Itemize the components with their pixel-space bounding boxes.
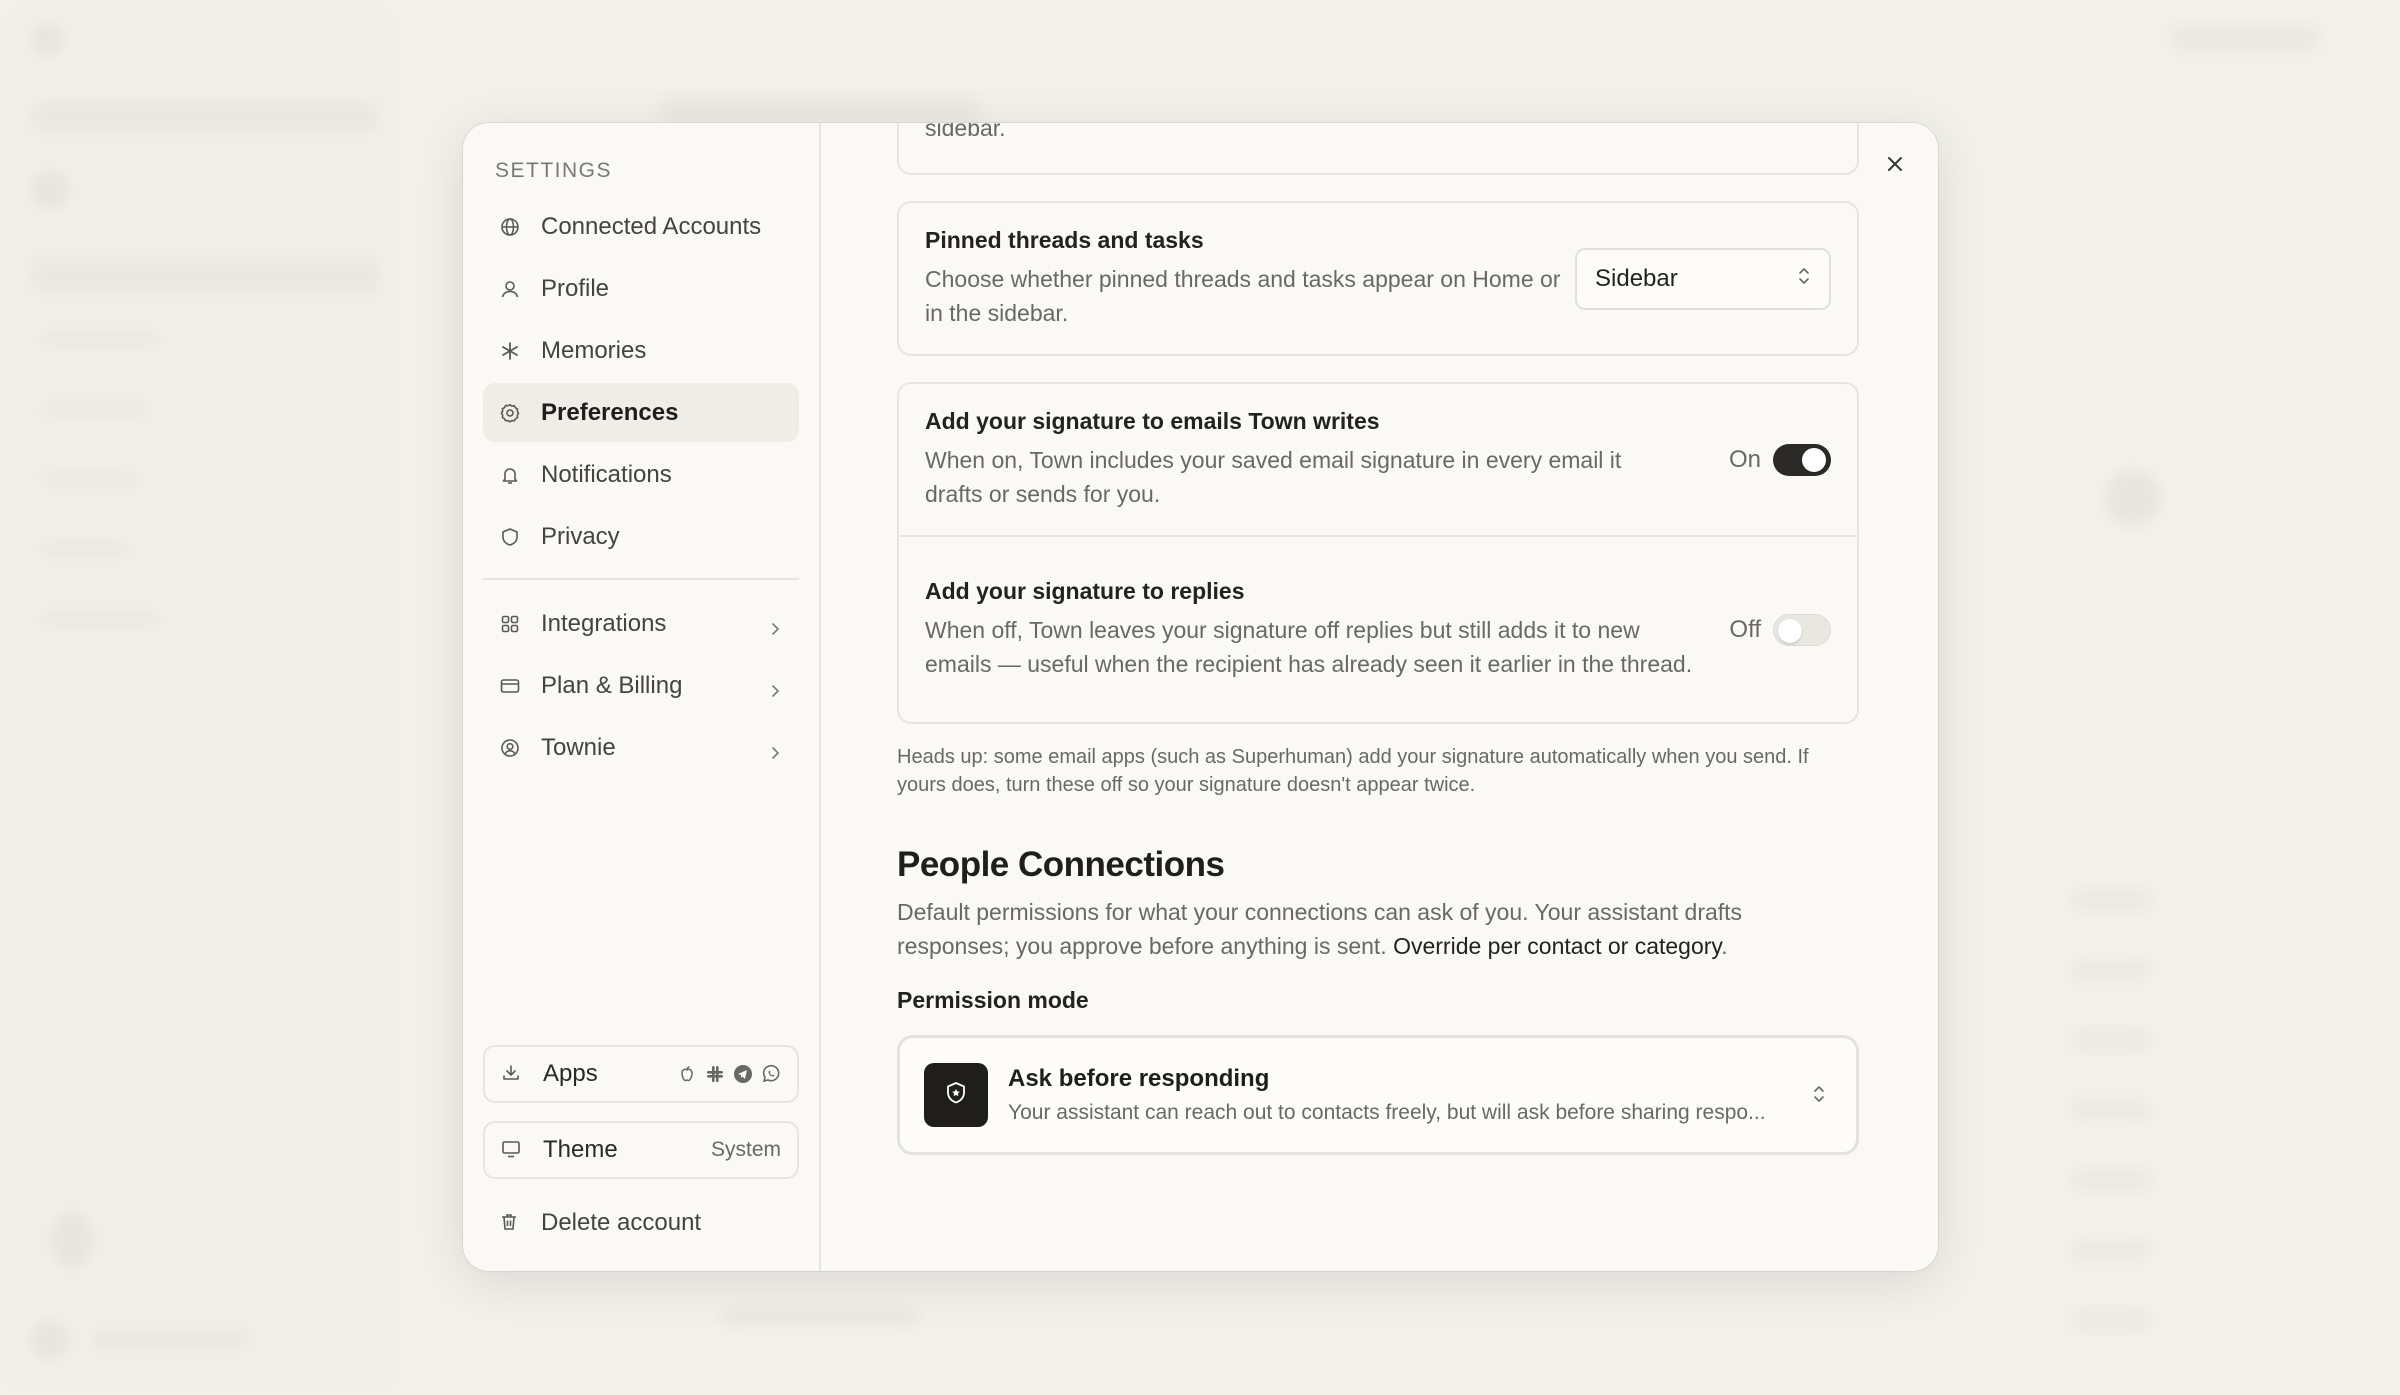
- telegram-icon: [733, 1064, 753, 1084]
- nav-item-integrations[interactable]: Integrations: [483, 594, 799, 653]
- pinned-desc: Choose whether pinned threads and tasks …: [925, 266, 1561, 326]
- shield-star-icon: [943, 1080, 969, 1111]
- slack-icon: [705, 1064, 725, 1084]
- nav-item-townie[interactable]: Townie: [483, 718, 799, 777]
- nav-item-profile[interactable]: Profile: [483, 259, 799, 318]
- chevron-up-down-icon: [1812, 1083, 1832, 1107]
- nav-item-privacy[interactable]: Privacy: [483, 507, 799, 566]
- permission-mode-label: Permission mode: [897, 987, 1089, 1013]
- toggle-knob: [1802, 447, 1826, 472]
- chevron-right-icon: [767, 740, 783, 759]
- settings-content[interactable]: sidebar. Pinned threads and tasks Choose…: [821, 123, 1938, 1271]
- signature-replies-title: Add your signature to replies: [925, 578, 1245, 604]
- settings-heading: SETTINGS: [495, 159, 613, 182]
- card-icon: [499, 675, 521, 697]
- nav-item-label: Preferences: [541, 398, 679, 426]
- nav-item-connected-accounts[interactable]: Connected Accounts: [483, 197, 799, 256]
- nav-bottom: Apps Theme System Delete account: [483, 1045, 799, 1249]
- nav-item-label: Privacy: [541, 522, 620, 550]
- close-icon: [1884, 153, 1906, 180]
- nav-item-label: Profile: [541, 274, 610, 302]
- nav-item-label: Plan & Billing: [541, 671, 683, 699]
- delete-account-label: Delete account: [541, 1209, 702, 1236]
- apps-label: Apps: [543, 1060, 598, 1087]
- globe-icon: [499, 216, 521, 238]
- signature-replies-desc: When off, Town leaves your signature off…: [925, 617, 1693, 677]
- settings-modal: SETTINGS Connected Accounts Profile Memo…: [463, 123, 1938, 1271]
- theme-value: System: [710, 1138, 781, 1161]
- chevron-right-icon: [767, 616, 783, 635]
- people-connections-title: People Connections: [897, 845, 1225, 884]
- bell-icon: [499, 464, 521, 486]
- at-icon: [499, 737, 521, 759]
- user-icon: [499, 278, 521, 300]
- theme-label: Theme: [543, 1136, 618, 1163]
- trash-icon: [499, 1212, 521, 1234]
- monitor-icon: [501, 1139, 523, 1161]
- nav-item-label: Connected Accounts: [541, 212, 762, 240]
- theme-button[interactable]: Theme System: [483, 1121, 799, 1179]
- override-link[interactable]: Override per contact or category: [1393, 933, 1721, 959]
- people-desc-suffix: .: [1721, 933, 1728, 959]
- nav-item-label: Townie: [541, 733, 616, 761]
- setting-card-pinned: Pinned threads and tasks Choose whether …: [897, 201, 1859, 356]
- download-icon: [501, 1063, 523, 1085]
- setting-card-signature: Add your signature to emails Town writes…: [897, 382, 1859, 724]
- setting-card-previous: sidebar.: [897, 123, 1859, 175]
- signature-emails-desc: When on, Town includes your saved email …: [925, 447, 1622, 507]
- pinned-title: Pinned threads and tasks: [925, 227, 1204, 253]
- nav-item-notifications[interactable]: Notifications: [483, 445, 799, 504]
- signature-emails-state: On: [1728, 445, 1761, 473]
- close-button[interactable]: [1878, 149, 1912, 183]
- signature-hint: Heads up: some email apps (such as Super…: [897, 746, 1809, 796]
- nav-item-label: Integrations: [541, 609, 667, 637]
- chevron-up-down-icon: [1797, 265, 1811, 293]
- whatsapp-icon: [761, 1064, 781, 1084]
- shield-icon: [499, 526, 521, 548]
- nav-item-label: Memories: [541, 336, 647, 364]
- apps-button[interactable]: Apps: [483, 1045, 799, 1103]
- settings-nav: SETTINGS Connected Accounts Profile Memo…: [463, 123, 821, 1271]
- signature-replies-toggle[interactable]: [1773, 613, 1831, 646]
- previous-setting-desc: sidebar.: [925, 123, 1006, 141]
- asterisk-icon: [499, 340, 521, 362]
- delete-account-button[interactable]: Delete account: [483, 1197, 799, 1249]
- pinned-location-value: Sidebar: [1595, 264, 1678, 292]
- nav-item-preferences[interactable]: Preferences: [483, 383, 799, 442]
- apple-icon: [677, 1064, 697, 1084]
- permission-mode-desc: Your assistant can reach out to contacts…: [1008, 1101, 1766, 1124]
- signature-emails-toggle[interactable]: [1773, 443, 1831, 476]
- signature-emails-title: Add your signature to emails Town writes: [925, 408, 1380, 434]
- people-connections-desc: Default permissions for what your connec…: [897, 895, 1859, 963]
- nav-item-label: Notifications: [541, 460, 672, 488]
- grid-icon: [499, 613, 521, 635]
- toggle-knob: [1778, 618, 1802, 643]
- permission-badge: [924, 1063, 988, 1127]
- gear-icon: [499, 402, 521, 424]
- nav-item-plan-billing[interactable]: Plan & Billing: [483, 656, 799, 715]
- permission-mode-select[interactable]: Ask before responding Your assistant can…: [897, 1035, 1859, 1155]
- nav-divider: [483, 578, 799, 580]
- pinned-location-select[interactable]: Sidebar: [1575, 247, 1831, 310]
- signature-replies-state: Off: [1729, 615, 1761, 643]
- chevron-right-icon: [767, 678, 783, 697]
- app-icons: [677, 1064, 781, 1084]
- permission-mode-title: Ask before responding: [1008, 1065, 1270, 1092]
- nav-item-memories[interactable]: Memories: [483, 321, 799, 380]
